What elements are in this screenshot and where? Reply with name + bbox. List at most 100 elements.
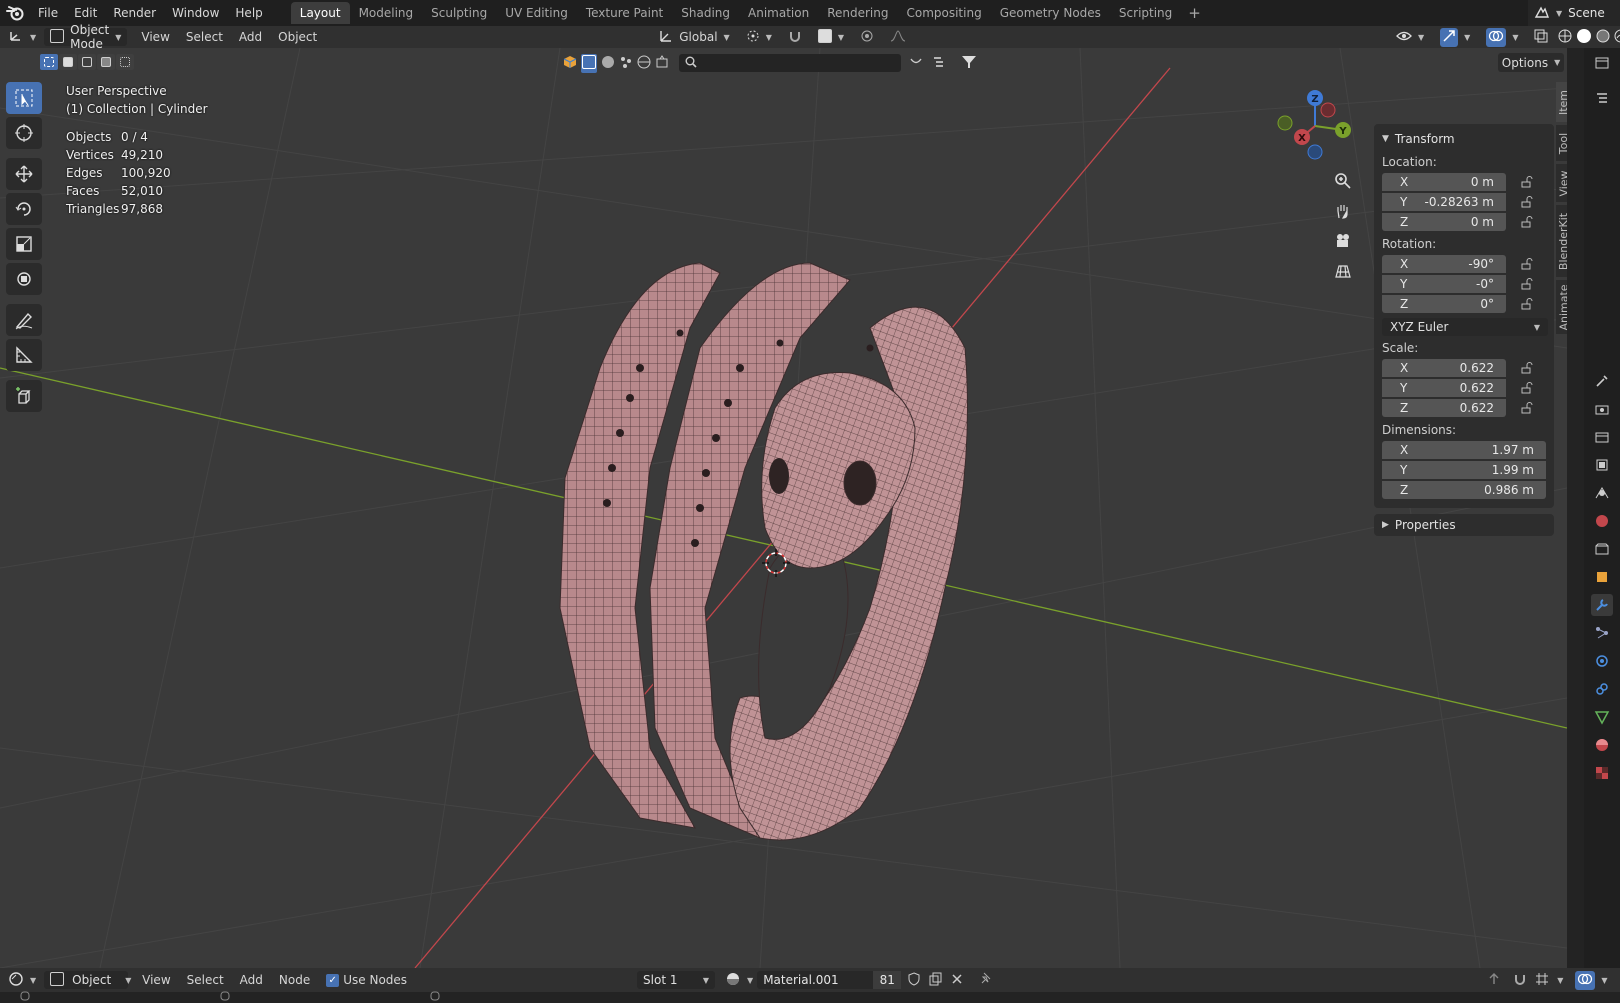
material-browse-button[interactable]: ▼ (715, 969, 757, 991)
gizmos-toggle[interactable]: ▼ (1432, 26, 1478, 48)
material-name-field[interactable]: Material.001 (757, 971, 874, 989)
falloff-dropdown[interactable] (882, 26, 914, 48)
tab-compositing[interactable]: Compositing (897, 2, 990, 24)
pivot-point-dropdown[interactable]: ▼ (738, 26, 780, 48)
select-intersect-icon[interactable] (116, 54, 134, 70)
annotate-tool-icon[interactable] (6, 304, 42, 336)
object-color-icon[interactable] (563, 55, 577, 72)
properties-editor-icon[interactable] (1591, 52, 1613, 74)
tab-rendering[interactable]: Rendering (818, 2, 897, 24)
shader-type-dropdown[interactable]: Object ▼ (44, 971, 131, 989)
rendered-shading-icon[interactable] (1614, 29, 1620, 46)
constraints-properties-icon[interactable] (1591, 678, 1613, 700)
location-z-field[interactable]: Z 0 m (1382, 213, 1506, 231)
pin-icon[interactable] (979, 972, 993, 989)
unlock-icon[interactable] (1518, 361, 1536, 375)
menu-view[interactable]: View (134, 969, 178, 991)
unlock-icon[interactable] (1518, 277, 1536, 291)
material-user-count[interactable]: 81 (873, 971, 902, 989)
unlock-icon[interactable] (1518, 401, 1536, 415)
menu-node[interactable]: Node (271, 969, 318, 991)
select-invert-icon[interactable] (97, 54, 115, 70)
tab-scripting[interactable]: Scripting (1110, 2, 1181, 24)
tab-geometry-nodes[interactable]: Geometry Nodes (991, 2, 1110, 24)
overlays-icon[interactable] (1575, 970, 1596, 990)
select-new-icon[interactable] (40, 54, 58, 70)
render-properties-icon[interactable] (1591, 398, 1613, 420)
output-properties-icon[interactable] (1591, 426, 1613, 448)
world-icon[interactable] (637, 55, 651, 72)
tab-layout[interactable]: Layout (290, 2, 350, 24)
dimensions-y-field[interactable]: Y 1.99 m (1382, 461, 1546, 479)
parent-node-tree-icon[interactable] (1487, 972, 1501, 989)
select-box-tool-icon[interactable] (6, 82, 42, 114)
camera-icon[interactable] (655, 54, 669, 72)
material-properties-icon[interactable] (1591, 734, 1613, 756)
shading-mode-buttons[interactable]: ▼ (1556, 26, 1620, 48)
unlock-icon[interactable] (1518, 257, 1536, 271)
object-properties-icon[interactable] (1591, 566, 1613, 588)
rotate-tool-icon[interactable] (6, 193, 42, 225)
transform-panel-header[interactable]: ▼ Transform (1382, 128, 1546, 150)
unlink-material-icon[interactable] (951, 973, 963, 988)
scene-properties-icon[interactable] (1591, 482, 1613, 504)
unlock-icon[interactable] (1518, 175, 1536, 189)
unlock-icon[interactable] (1518, 215, 1536, 229)
solid-shading-icon[interactable] (1576, 28, 1592, 47)
scene-selector[interactable]: ▼ Scene (1528, 0, 1620, 26)
rotation-mode-dropdown[interactable]: XYZ Euler ▼ (1382, 318, 1548, 336)
menu-window[interactable]: Window (164, 0, 227, 26)
tab-shading[interactable]: Shading (672, 2, 739, 24)
visibility-dropdown[interactable]: ▼ (1388, 26, 1432, 48)
tool-settings-icon[interactable] (1591, 370, 1613, 392)
sort-list-icon[interactable] (933, 56, 949, 71)
navigation-gizmo[interactable]: Z Y X (1270, 86, 1360, 166)
unlock-icon[interactable] (1518, 381, 1536, 395)
move-tool-icon[interactable] (6, 158, 42, 190)
add-workspace-button[interactable]: + (1181, 2, 1208, 24)
scale-z-field[interactable]: Z 0.622 (1382, 399, 1506, 417)
zoom-icon[interactable] (1329, 167, 1357, 195)
material-preview-icon[interactable] (1596, 29, 1610, 46)
tab-texture-paint[interactable]: Texture Paint (577, 2, 672, 24)
rotation-z-field[interactable]: Z 0° (1382, 295, 1506, 313)
camera-view-icon[interactable] (1329, 227, 1357, 255)
use-nodes-checkbox[interactable]: ✓ Use Nodes (318, 969, 415, 991)
options-dropdown[interactable]: Options ▼ (1498, 53, 1564, 72)
mode-dropdown[interactable]: Object Mode ▼ (44, 23, 128, 51)
tab-modeling[interactable]: Modeling (350, 2, 423, 24)
3d-viewport[interactable]: Options ▼ User Perspective (1) Collectio… (0, 48, 1567, 968)
grid-ortho-icon[interactable] (1329, 257, 1357, 285)
menu-file[interactable]: File (30, 0, 66, 26)
scale-x-field[interactable]: X 0.622 (1382, 359, 1506, 377)
properties-panel-header[interactable]: ▶ Properties (1382, 514, 1546, 536)
menu-object[interactable]: Object (270, 26, 325, 48)
hand-pan-icon[interactable] (1329, 197, 1357, 225)
menu-add[interactable]: Add (231, 26, 270, 48)
menu-help[interactable]: Help (227, 0, 270, 26)
snap-grid-icon[interactable] (1535, 972, 1551, 989)
duplicate-material-icon[interactable] (929, 972, 943, 989)
tab-uv-editing[interactable]: UV Editing (496, 2, 577, 24)
snap-toggle-icon[interactable] (1513, 972, 1527, 989)
menu-add[interactable]: Add (232, 969, 271, 991)
proportional-editing-toggle[interactable] (852, 26, 882, 48)
sphere-shading-icon[interactable] (601, 55, 615, 72)
scale-tool-icon[interactable] (6, 228, 42, 260)
snap-target-dropdown[interactable]: ▼ (810, 26, 852, 48)
modifier-properties-icon[interactable] (1591, 594, 1613, 616)
location-y-field[interactable]: Y -0.28263 m (1382, 193, 1506, 211)
snap-toggle[interactable] (780, 26, 810, 48)
menu-render[interactable]: Render (105, 0, 164, 26)
overlays-toggle[interactable]: ▼ (1478, 26, 1526, 48)
blender-logo-icon[interactable] (0, 0, 30, 26)
texture-properties-icon[interactable] (1591, 762, 1613, 784)
unlock-icon[interactable] (1518, 297, 1536, 311)
scale-y-field[interactable]: Y 0.622 (1382, 379, 1506, 397)
xray-toggle[interactable] (1526, 26, 1556, 48)
transform-tool-icon[interactable] (6, 263, 42, 295)
select-subtract-icon[interactable] (78, 54, 96, 70)
cursor-tool-icon[interactable] (6, 117, 42, 149)
select-extend-icon[interactable] (59, 54, 77, 70)
location-x-field[interactable]: X 0 m (1382, 173, 1506, 191)
